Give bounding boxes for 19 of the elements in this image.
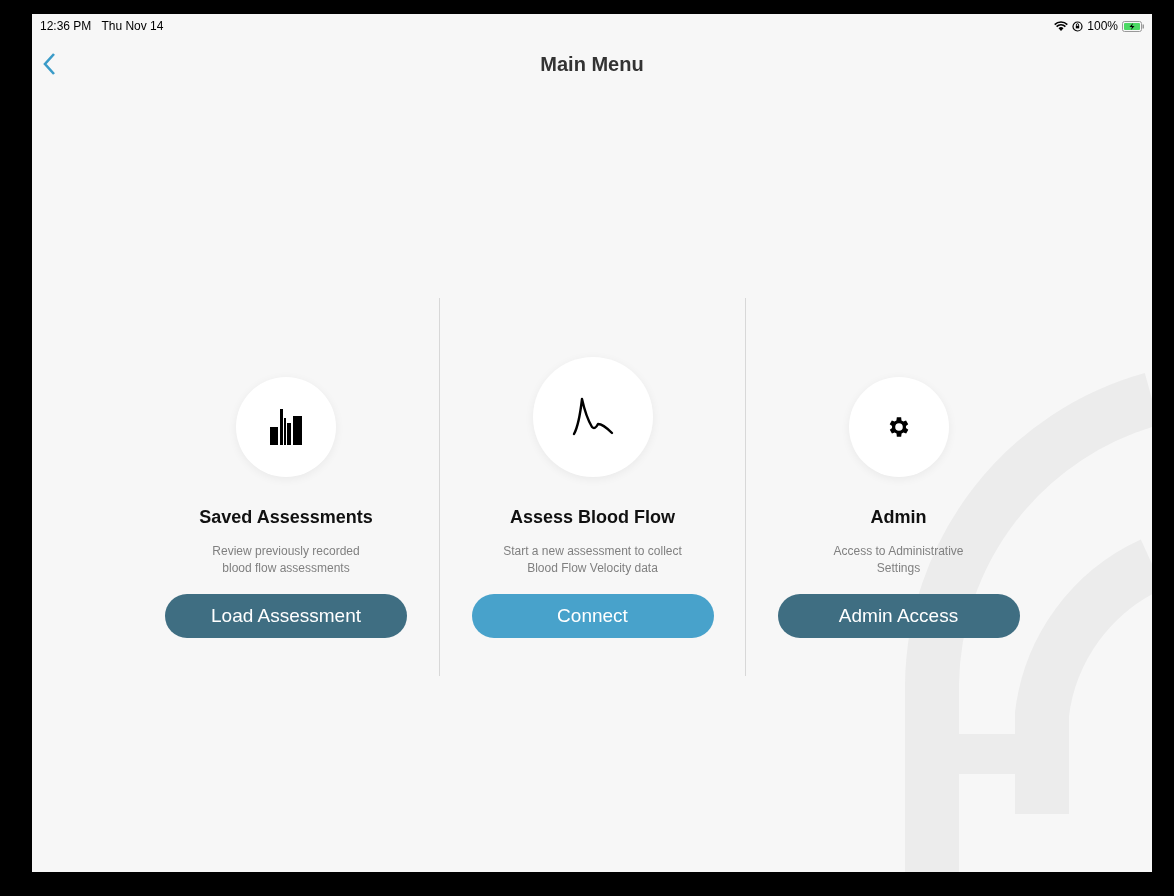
card-description: Review previously recorded blood flow assessments — [211, 543, 361, 577]
back-chevron-icon — [42, 52, 56, 76]
action-button[interactable]: Load Assessment — [165, 594, 407, 638]
card-title: Admin — [870, 506, 927, 529]
action-button[interactable]: Connect — [471, 594, 714, 638]
card-title: Assess Blood Flow — [509, 506, 675, 529]
card-description: Start a new assessment to collect Blood Flow Velocity data — [502, 543, 683, 577]
card-title: Saved Assessments — [199, 506, 373, 529]
status-date: Thu Nov 14 — [101, 18, 164, 35]
bar-chart-icon — [270, 409, 302, 445]
action-button[interactable]: Admin Access — [777, 594, 1020, 638]
page-title: Main Menu — [540, 52, 644, 77]
wifi-icon — [1054, 20, 1069, 32]
card-description: Access to Administrative Settings — [832, 543, 965, 577]
back-button[interactable] — [42, 52, 56, 76]
battery-percentage: 100% — [1087, 18, 1118, 35]
status-time: 12:36 PM — [40, 18, 92, 35]
rotation-lock-icon — [1072, 20, 1084, 32]
waveform-icon — [571, 397, 614, 437]
